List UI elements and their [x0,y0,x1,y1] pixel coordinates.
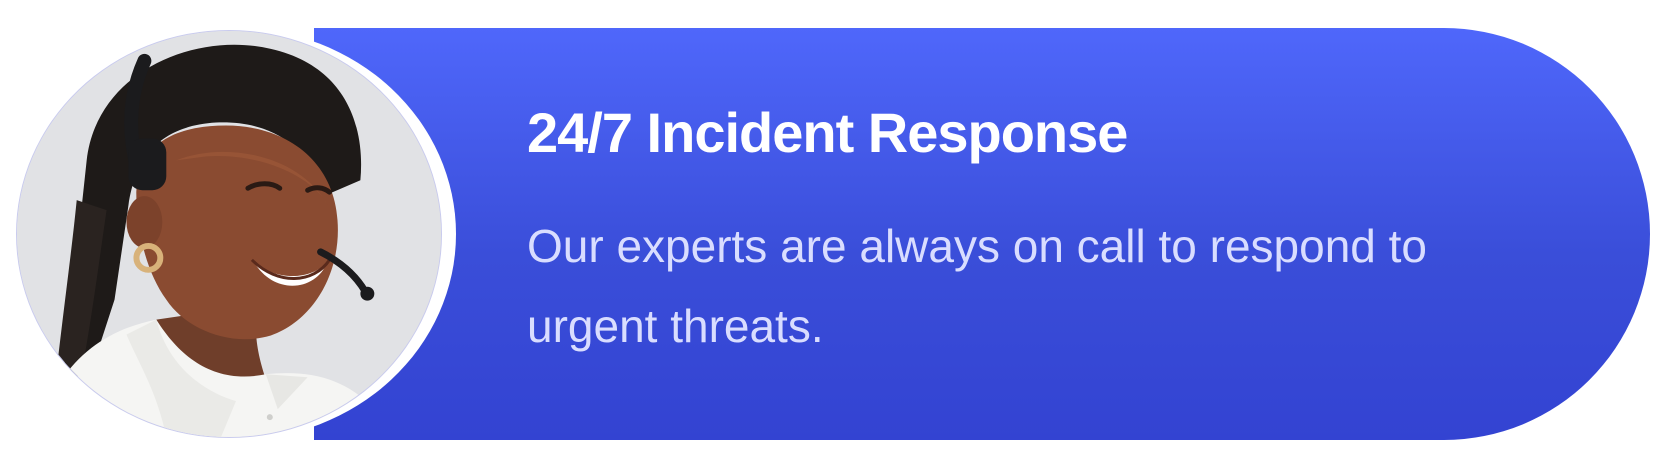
incident-response-card: 24/7 Incident Response Our experts are a… [14,28,1650,440]
card-text: 24/7 Incident Response Our experts are a… [527,98,1567,366]
support-agent-photo [16,30,442,438]
card-description: Our experts are always on call to respon… [527,220,1428,352]
card-title: 24/7 Incident Response [527,101,1128,164]
avatar-ring [14,28,456,440]
